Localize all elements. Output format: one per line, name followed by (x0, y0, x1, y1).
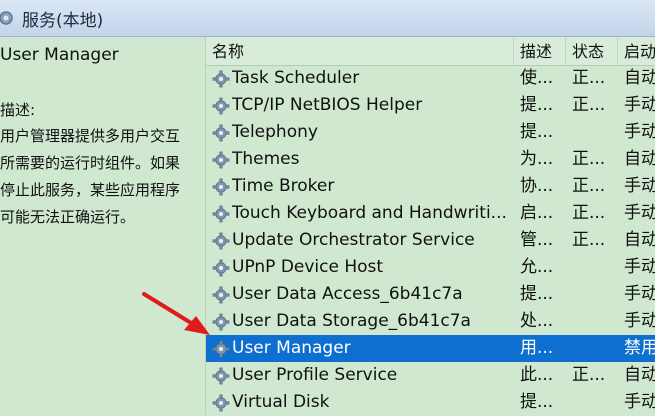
table-row[interactable]: UPnP Device Host 允... 手动 (206, 254, 655, 281)
column-header-status[interactable]: 状态 (566, 37, 618, 65)
service-startup-type: 手动 (624, 95, 655, 115)
service-status (572, 335, 618, 362)
service-name: Telephony (232, 122, 318, 142)
service-description: 使... (520, 68, 554, 88)
services-icon (0, 11, 13, 25)
service-description: 为... (520, 149, 554, 169)
description-line: 用户管理器提供多用户交互 (0, 127, 181, 145)
table-row[interactable]: User Data Access_6b41c7a 提... 手动 (206, 281, 655, 308)
service-name: Touch Keyboard and Handwriti... (232, 203, 507, 223)
gear-icon (212, 259, 230, 277)
service-name: User Data Access_6b41c7a (232, 284, 463, 304)
gear-icon (212, 124, 230, 142)
title-bar: 服务(本地) (0, 0, 655, 37)
service-name: User Manager (232, 338, 351, 358)
service-status: 正... (572, 68, 606, 88)
service-status: 正... (572, 365, 606, 385)
service-startup-type: 手动 (624, 122, 655, 142)
services-list[interactable]: 名称 描述 状态 启动 Task Scheduler 使... 正... 自动 TCP/… (206, 37, 655, 415)
gear-icon (212, 340, 230, 358)
service-description: 提... (520, 392, 554, 412)
service-description: 允... (520, 257, 554, 277)
table-row[interactable]: Themes 为... 正... 自动 (206, 146, 655, 173)
service-description: 用... (520, 338, 554, 358)
service-startup-type: 自动 (624, 365, 655, 385)
gear-icon (212, 70, 230, 88)
gear-icon (212, 232, 230, 250)
service-name: Themes (232, 149, 300, 169)
table-row[interactable]: Update Orchestrator Service 管... 正... 自动 (206, 227, 655, 254)
description-line: 停止此服务，某些应用程序 (0, 181, 181, 199)
column-header-startup[interactable]: 启动 (618, 37, 655, 65)
column-header-description[interactable]: 描述 (514, 37, 566, 65)
selected-service-name: User Manager (0, 45, 119, 65)
description-text: 用户管理器提供多用户交互 所需要的运行时组件。如果 停止此服务，某些应用程序 可… (0, 123, 200, 231)
service-name: Virtual Disk (232, 392, 330, 412)
service-status (572, 389, 618, 416)
service-description: 提... (520, 122, 554, 142)
service-name: UPnP Device Host (232, 257, 384, 277)
service-status: 正... (572, 230, 606, 250)
gear-icon (212, 367, 230, 385)
table-row[interactable]: Time Broker 协... 正... 手动 (206, 173, 655, 200)
service-description: 启... (520, 203, 554, 223)
service-name: TCP/IP NetBIOS Helper (232, 95, 423, 115)
service-startup-type: 自动 (624, 230, 655, 250)
service-name: Time Broker (232, 176, 335, 196)
service-name: Task Scheduler (232, 68, 360, 88)
service-status: 正... (572, 95, 606, 115)
service-name: User Profile Service (232, 365, 398, 385)
table-row[interactable]: Virtual Disk 提... 手动 (206, 389, 655, 416)
column-header-name[interactable]: 名称 (206, 37, 514, 65)
description-line: 所需要的运行时组件。如果 (0, 154, 181, 172)
gear-icon (212, 286, 230, 304)
service-status (572, 254, 618, 281)
table-row[interactable]: User Data Storage_6b41c7a 处... 手动 (206, 308, 655, 335)
description-panel: User Manager 描述: 用户管理器提供多用户交互 所需要的运行时组件。… (0, 37, 206, 415)
service-status: 正... (572, 149, 606, 169)
service-status (572, 308, 618, 335)
service-startup-type: 手动 (624, 257, 655, 277)
gear-icon (212, 97, 230, 115)
service-description: 处... (520, 311, 554, 331)
service-description: 管... (520, 230, 554, 250)
gear-icon (212, 394, 230, 412)
service-startup-type: 手动 (624, 284, 655, 304)
description-line: 可能无法正确运行。 (0, 208, 136, 226)
service-status: 正... (572, 176, 606, 196)
service-name: User Data Storage_6b41c7a (232, 311, 471, 331)
service-description: 提... (520, 95, 554, 115)
gear-icon (212, 313, 230, 331)
gear-icon (212, 151, 230, 169)
service-name: Update Orchestrator Service (232, 230, 475, 250)
service-status: 正... (572, 203, 606, 223)
table-row[interactable]: User Profile Service 此... 正... 自动 (206, 362, 655, 389)
gear-icon (212, 178, 230, 196)
gear-icon (212, 205, 230, 223)
table-row[interactable]: TCP/IP NetBIOS Helper 提... 正... 手动 (206, 92, 655, 119)
description-label: 描述: (0, 101, 36, 119)
service-description: 此... (520, 365, 554, 385)
window-title: 服务(本地) (22, 10, 104, 31)
service-description: 提... (520, 284, 554, 304)
service-startup-type: 手动 (624, 311, 655, 331)
service-status (572, 119, 618, 146)
service-startup-type: 自动 (624, 149, 655, 169)
table-row[interactable]: Telephony 提... 手动 (206, 119, 655, 146)
service-status (572, 281, 618, 308)
table-row[interactable]: User Manager 用... 禁用 (206, 335, 655, 362)
table-row[interactable]: Touch Keyboard and Handwriti... 启... 正... 手… (206, 200, 655, 227)
service-startup-type: 自动 (624, 68, 655, 88)
table-row[interactable]: Task Scheduler 使... 正... 自动 (206, 65, 655, 92)
service-description: 协... (520, 176, 554, 196)
service-startup-type: 手动 (624, 203, 655, 223)
list-header: 名称 描述 状态 启动 (206, 37, 655, 66)
service-startup-type: 手动 (624, 176, 655, 196)
service-startup-type: 手动 (624, 392, 655, 412)
service-startup-type: 禁用 (624, 338, 655, 358)
